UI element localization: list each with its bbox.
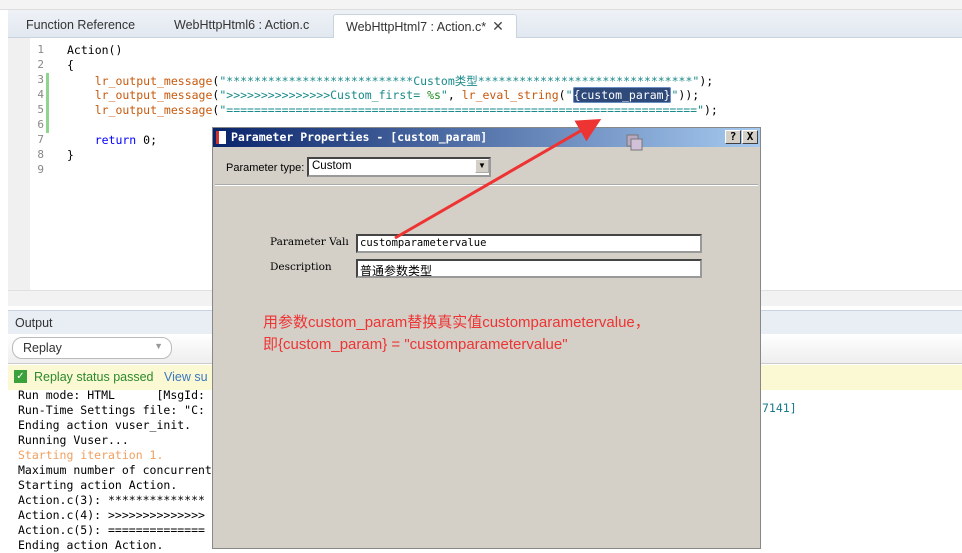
- log-line: Starting iteration 1.: [18, 448, 164, 462]
- close-button[interactable]: X: [742, 130, 758, 144]
- line-number: 9: [37, 163, 44, 176]
- check-icon: ✓: [14, 370, 27, 383]
- editor-tabs: Function Reference WebHttpHtml6 : Action…: [8, 10, 962, 38]
- parameter-type-label: Parameter type:: [226, 162, 305, 174]
- log-line: Ending action vuser_init.: [18, 418, 192, 432]
- log-line: Run-Time Settings file: "C:: [18, 403, 205, 417]
- code-token: lr_output_message: [67, 103, 213, 117]
- log-line: Running Vuser...: [18, 433, 129, 447]
- view-summary-link[interactable]: View su: [164, 370, 208, 384]
- output-log: Run mode: HTML [MsgId: Run-Time Settings …: [18, 388, 218, 553]
- chevron-down-icon: ▼: [154, 341, 163, 351]
- code-token: ));: [678, 88, 700, 102]
- code-token: 0;: [143, 133, 158, 147]
- output-title: Output: [15, 316, 53, 330]
- code-token: return: [67, 133, 144, 147]
- toolbar: [0, 0, 962, 10]
- description-input[interactable]: 普通参数类型: [356, 259, 702, 278]
- output-source-dropdown[interactable]: Replay ▼: [12, 337, 172, 359]
- change-marker: [46, 73, 49, 88]
- code-token: lr_output_message: [67, 88, 213, 102]
- log-line: Action.c(5): ==============: [18, 523, 205, 537]
- editor-gutter: [8, 38, 30, 290]
- chevron-down-icon: ▼: [475, 159, 489, 173]
- code-token: }: [67, 148, 74, 162]
- code-token: );: [704, 103, 718, 117]
- tab-webhttphtml6[interactable]: WebHttpHtml6 : Action.c: [162, 14, 321, 38]
- change-marker: [46, 88, 49, 103]
- line-number: 1: [37, 43, 44, 56]
- dialog-title: Parameter Properties - [custom_param]: [231, 130, 488, 144]
- line-number: 7: [37, 133, 44, 146]
- code-token: lr_eval_string: [461, 88, 559, 102]
- parameter-properties-dialog: Parameter Properties - [custom_param] ? …: [212, 127, 761, 549]
- dialog-titlebar[interactable]: Parameter Properties - [custom_param] ? …: [213, 128, 760, 151]
- help-button[interactable]: ?: [725, 130, 741, 144]
- tab-function-reference[interactable]: Function Reference: [14, 14, 147, 38]
- change-marker: [46, 103, 49, 118]
- description-label: Description: [270, 261, 332, 273]
- line-number: 2: [37, 58, 44, 71]
- parameter-type-section: Parameter type: Custom ▼: [215, 148, 758, 186]
- tab-webhttphtml7[interactable]: WebHttpHtml7 : Action.c* ✕: [333, 14, 517, 38]
- code-token: );: [699, 74, 714, 88]
- parameter-type-select[interactable]: Custom ▼: [307, 157, 491, 177]
- log-line: Ending action Action.: [18, 538, 164, 552]
- log-line: Run mode: HTML [MsgId:: [18, 388, 205, 402]
- code-token: Action(): [67, 43, 123, 57]
- code-token: "***************************Custom类型****…: [219, 74, 700, 88]
- code-line: }: [67, 148, 74, 162]
- code-token: lr_output_message: [67, 74, 213, 88]
- code-line: Action(): [67, 43, 122, 57]
- selected-parameter: {custom_param}: [572, 87, 672, 103]
- line-number: 8: [37, 148, 44, 161]
- code-line: lr_output_message("=====================…: [67, 103, 718, 117]
- status-text: Replay status passed: [34, 370, 154, 384]
- change-marker: [46, 118, 49, 133]
- code-token: ": [565, 88, 573, 102]
- log-line: Action.c(3): **************: [18, 493, 205, 507]
- parameter-value-input[interactable]: customparametervalue: [356, 234, 702, 253]
- line-number: 4: [37, 88, 44, 101]
- log-line: Maximum number of concurrent: [18, 463, 212, 477]
- code-token: %s: [427, 88, 441, 102]
- code-token: ">>>>>>>>>>>>>>>Custom_first=: [219, 88, 428, 102]
- code-token: ,: [447, 88, 462, 102]
- code-token: ": [440, 88, 448, 102]
- line-number: 3: [37, 73, 44, 86]
- document-icon: [216, 131, 226, 144]
- line-number: 6: [37, 118, 44, 131]
- line-number: 5: [37, 103, 44, 116]
- parameter-value-label: Parameter Valı: [270, 236, 349, 248]
- code-line: lr_output_message ( ">>>>>>>>>>>>>>>Custom…: [67, 87, 700, 103]
- log-line: Starting action Action.: [18, 478, 178, 492]
- log-tail-text: 7141]: [762, 401, 797, 415]
- close-tab-icon[interactable]: ✕: [492, 18, 504, 34]
- log-line: Action.c(4): >>>>>>>>>>>>>>: [18, 508, 205, 522]
- code-token: "=======================================…: [219, 103, 704, 117]
- code-token: (: [558, 88, 566, 102]
- code-line: return 0;: [67, 133, 157, 147]
- annotation-text: 用参数custom_param替换真实值customparametervalue…: [263, 314, 650, 353]
- code-token: {: [67, 58, 74, 72]
- code-line: {: [67, 58, 74, 72]
